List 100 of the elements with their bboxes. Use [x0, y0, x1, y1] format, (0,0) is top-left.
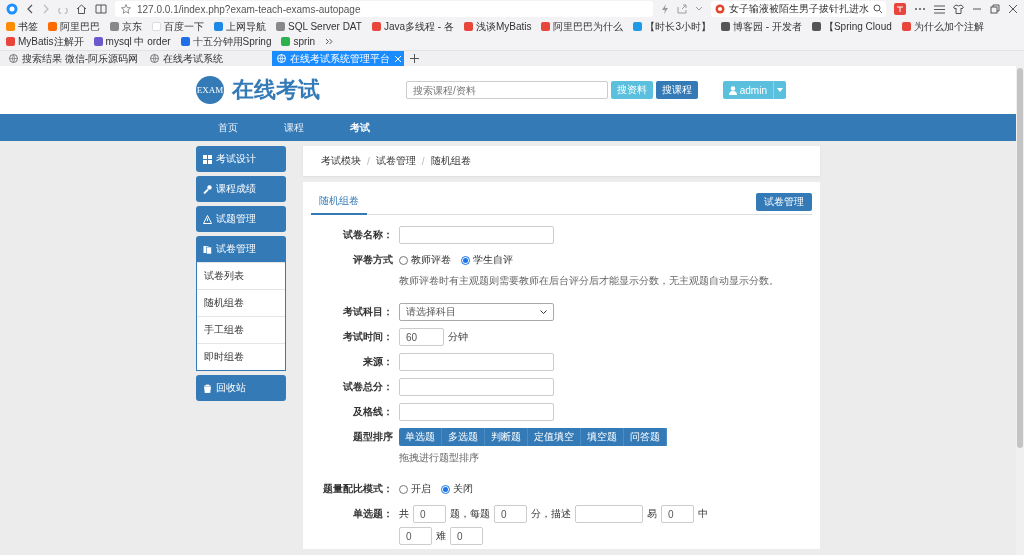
bookmark[interactable]: 浅谈MyBatis: [463, 19, 532, 34]
field-label: 试卷名称：: [342, 228, 394, 242]
breadcrumb-separator: /: [421, 155, 425, 167]
restore-icon[interactable]: [990, 4, 1000, 14]
sidebar-group[interactable]: 回收站: [196, 375, 286, 401]
site-title: 在线考试: [232, 76, 320, 104]
input-field[interactable]: 0: [450, 527, 483, 545]
input-field[interactable]: [399, 378, 554, 396]
bookmark[interactable]: mysql 中 order: [93, 34, 171, 49]
sidebar-item[interactable]: 即时组卷: [197, 343, 285, 370]
favicon-icon: [180, 37, 190, 46]
tab-title: 在线考试系统管理平台: [290, 51, 391, 66]
book-icon[interactable]: [95, 4, 107, 14]
bookmark[interactable]: 阿里巴巴: [48, 19, 100, 34]
plus-icon[interactable]: [410, 54, 420, 63]
browser-tab[interactable]: 搜索结果 微信-阿乐源码网: [4, 51, 144, 66]
sortable-item[interactable]: 定值填空: [528, 428, 581, 446]
input-field[interactable]: 0: [494, 505, 527, 523]
ratio-text: 中: [698, 507, 708, 521]
sidebar-item[interactable]: 随机组卷: [197, 289, 285, 316]
field-label: 题量配比模式：: [322, 482, 394, 496]
paper-management-button[interactable]: 试卷管理: [756, 193, 812, 211]
breadcrumb-link[interactable]: 试卷管理: [375, 154, 416, 168]
input-field[interactable]: 0: [413, 505, 446, 523]
user-icon: [728, 85, 737, 95]
radio-option[interactable]: 学生自评: [461, 251, 513, 269]
panel-tab[interactable]: 随机组卷: [311, 189, 367, 215]
lightning-icon[interactable]: [661, 4, 669, 14]
share-icon[interactable]: [677, 4, 687, 14]
bookmark[interactable]: 书签: [6, 19, 38, 34]
input-field[interactable]: [399, 353, 554, 371]
nav-link[interactable]: 课程: [284, 120, 304, 135]
shirt-icon[interactable]: [953, 4, 964, 14]
more-icon[interactable]: [914, 7, 926, 11]
breadcrumb-link[interactable]: 考试模块: [321, 154, 361, 168]
forward-icon[interactable]: [42, 4, 50, 14]
input-field[interactable]: 0: [661, 505, 694, 523]
bookmark[interactable]: 【Spring Cloud: [811, 19, 892, 34]
input-field[interactable]: 60: [399, 328, 444, 346]
sidebar-item[interactable]: 试卷列表: [197, 262, 285, 289]
bookmark[interactable]: SQL Server DAT: [276, 19, 362, 34]
radio-option[interactable]: 关闭: [441, 480, 473, 498]
input-field[interactable]: [399, 226, 554, 244]
breadcrumb-separator: /: [367, 155, 370, 167]
radio-option[interactable]: 教师评卷: [399, 251, 451, 269]
browser-tab[interactable]: 在线考试系统: [145, 51, 271, 66]
radio-option[interactable]: 开启: [399, 480, 431, 498]
back-icon[interactable]: [26, 4, 34, 14]
dropdown-button[interactable]: [773, 81, 786, 99]
unit-label: 分钟: [448, 330, 468, 344]
input-field[interactable]: [399, 403, 554, 421]
sortable-item[interactable]: 问答题: [624, 428, 667, 446]
sortable-item[interactable]: 多选题: [442, 428, 485, 446]
scrollbar-thumb[interactable]: [1017, 68, 1023, 448]
sidebar-group[interactable]: 考试设计: [196, 146, 286, 172]
menu-icon[interactable]: [934, 4, 945, 14]
star-icon[interactable]: [121, 4, 131, 14]
search-courses-button[interactable]: 搜课程: [656, 81, 698, 99]
search-field[interactable]: 搜索课程/资料: [406, 81, 608, 99]
bookmark[interactable]: 【时长3小时】: [633, 19, 712, 34]
warning-icon: [203, 214, 212, 224]
sidebar-group[interactable]: 试题管理: [196, 206, 286, 232]
scrollbar[interactable]: [1016, 66, 1024, 555]
bookmark[interactable]: MyBatis注解开: [6, 34, 84, 49]
nav-link[interactable]: 考试: [350, 120, 370, 135]
bookmark[interactable]: sprin: [281, 34, 316, 49]
files-icon: [203, 244, 212, 254]
home-icon[interactable]: [76, 4, 87, 14]
input-field[interactable]: 0: [399, 527, 432, 545]
address-bar[interactable]: 127.0.0.1/index.php?exam-teach-exams-autopage: [115, 1, 653, 17]
sortable-item[interactable]: 填空题: [581, 428, 624, 446]
field-label: 考试时间：: [342, 330, 394, 344]
logo[interactable]: EXAM: [196, 76, 224, 104]
close-icon[interactable]: [1008, 4, 1018, 14]
search-icon[interactable]: [873, 4, 883, 14]
bookmark[interactable]: 上网导航: [214, 19, 266, 34]
favicon-icon: [214, 22, 223, 31]
search-field[interactable]: 女子输液被陌生男子拔针扎进水: [711, 1, 886, 17]
bookmark[interactable]: 博客园 - 开发者: [721, 19, 802, 34]
sortable-item[interactable]: 判断题: [485, 428, 528, 446]
sidebar-group[interactable]: 试卷管理: [196, 236, 286, 262]
caret-icon[interactable]: [695, 6, 703, 12]
bookmark[interactable]: 十五分钟用Spring: [180, 34, 272, 49]
browser-logo-icon[interactable]: [6, 3, 18, 15]
bookmark[interactable]: 百度一下: [152, 19, 204, 34]
sidebar-item[interactable]: 手工组卷: [197, 316, 285, 343]
search-engine-logo-icon: [715, 4, 725, 14]
bookmark[interactable]: 京东: [110, 19, 142, 34]
sidebar-group[interactable]: 课程成绩: [196, 176, 286, 202]
input-field[interactable]: [575, 505, 643, 523]
nav-link[interactable]: 首页: [218, 120, 238, 135]
ratio-text: 共: [399, 507, 409, 521]
bookmark[interactable]: 为什么加个注解: [901, 19, 984, 34]
select-field[interactable]: 请选择科目: [399, 303, 554, 321]
translate-icon[interactable]: [894, 3, 906, 15]
sortable-item[interactable]: 单选题: [399, 428, 442, 446]
chevron-down-icon: [540, 309, 547, 315]
favicon-icon: [811, 22, 821, 31]
bookmark[interactable]: 阿里巴巴为什么: [541, 19, 624, 34]
bookmark[interactable]: Java多线程 - 各: [371, 19, 454, 34]
